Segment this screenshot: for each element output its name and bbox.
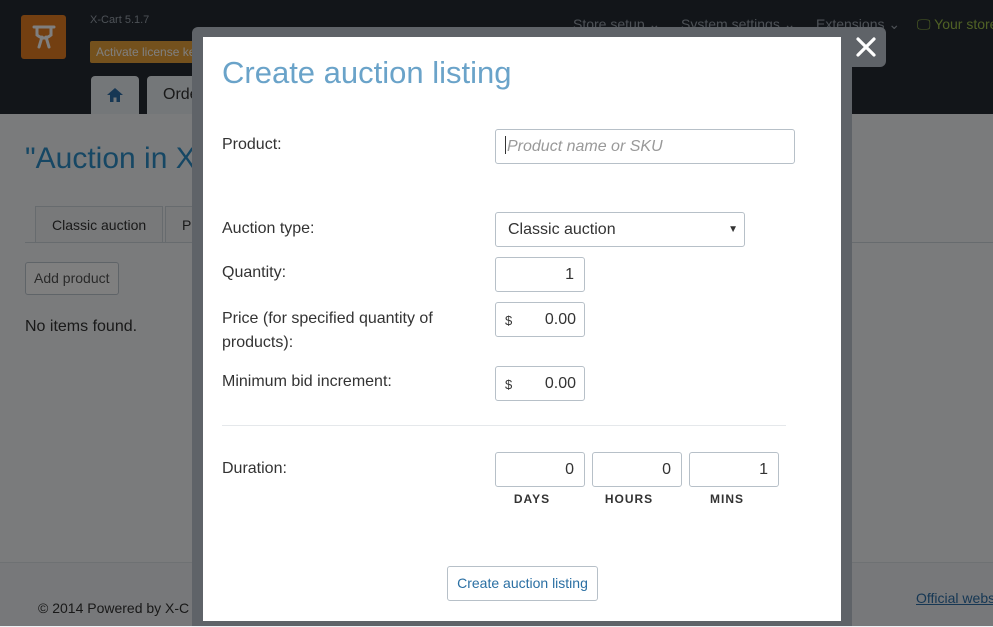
duration-mins-input[interactable]: 1 — [689, 452, 779, 487]
product-placeholder: Product name or SKU — [507, 138, 663, 155]
close-icon — [855, 37, 876, 57]
duration-hours-input[interactable]: 0 — [592, 452, 682, 487]
days-label: DAYS — [513, 492, 551, 506]
duration-days-input[interactable]: 0 — [495, 452, 585, 487]
quantity-input[interactable]: 1 — [495, 257, 585, 292]
dropdown-arrow-icon: ▼ — [728, 224, 738, 235]
min-bid-value: 0.00 — [544, 375, 576, 392]
create-auction-listing-button[interactable]: Create auction listing — [447, 566, 598, 601]
hours-label: HOURS — [604, 492, 654, 506]
product-label: Product: — [222, 136, 282, 153]
price-currency: $ — [505, 313, 513, 328]
product-search-input[interactable]: Product name or SKU — [495, 129, 795, 164]
close-button[interactable] — [845, 27, 886, 67]
dialog-title: Create auction listing — [222, 55, 512, 90]
auction-type-value: Classic auction — [508, 221, 616, 238]
mins-label: MINS — [710, 492, 744, 506]
text-caret — [505, 136, 506, 155]
price-value: 0.00 — [544, 311, 576, 328]
price-label: Price (for specified quantity of product… — [222, 310, 433, 351]
quantity-label: Quantity: — [222, 264, 287, 281]
min-bid-input[interactable]: $0.00 — [495, 366, 585, 401]
section-divider — [222, 425, 786, 426]
min-bid-currency: $ — [505, 377, 513, 392]
auction-type-select[interactable]: Classic auction ▼ — [495, 212, 745, 247]
duration-label: Duration: — [222, 460, 287, 477]
auction-type-label: Auction type: — [222, 220, 315, 237]
min-bid-label: Minimum bid increment: — [222, 373, 392, 390]
price-input[interactable]: $0.00 — [495, 302, 585, 337]
